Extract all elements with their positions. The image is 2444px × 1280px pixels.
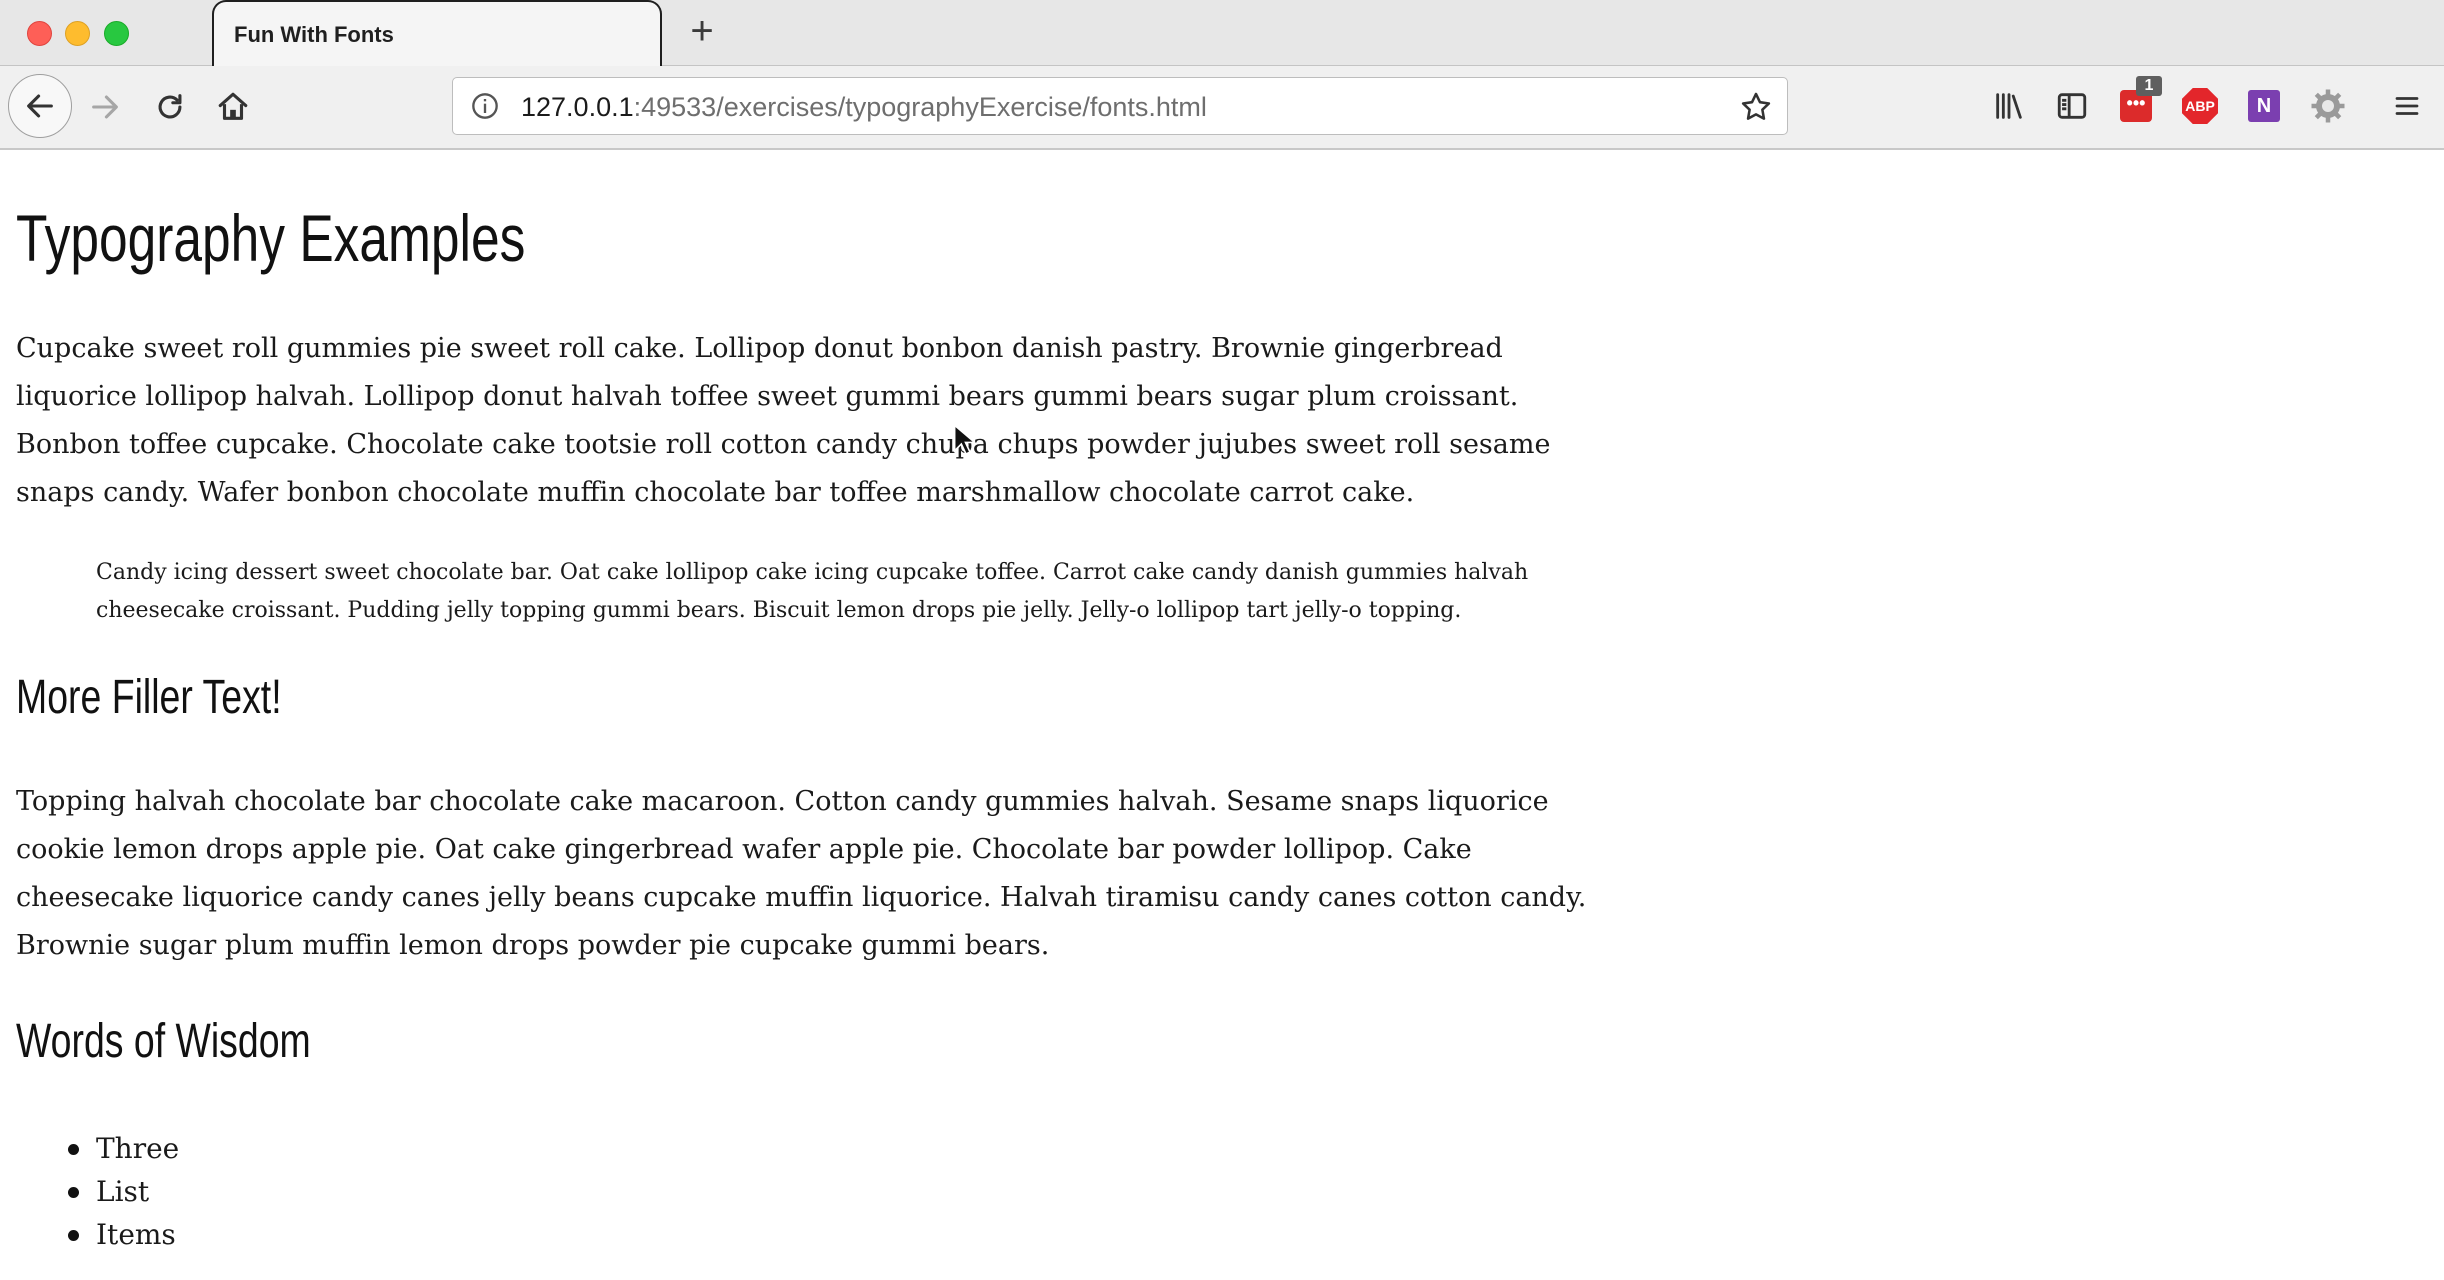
- maximize-window-button[interactable]: [104, 21, 129, 46]
- tab-title: Fun With Fonts: [234, 22, 394, 47]
- blockquote: Candy icing dessert sweet chocolate bar.…: [96, 560, 1529, 623]
- adblock-plus-button[interactable]: ABP: [2178, 84, 2222, 128]
- sidebar-icon: [2057, 93, 2087, 119]
- onenote-button[interactable]: N: [2242, 84, 2286, 128]
- list-item: Items: [67, 1213, 179, 1256]
- extension-badge: 1: [2136, 76, 2162, 96]
- section-heading-more-filler: More Filler Text!: [16, 671, 282, 724]
- library-button[interactable]: [1987, 84, 2031, 128]
- dots-extension-icon: ••• 1: [2120, 76, 2162, 122]
- toolbar-icons: ••• 1 ABP N: [0, 76, 2444, 128]
- library-icon: [1996, 93, 2022, 119]
- page-title: Typography Examples: [16, 201, 526, 275]
- tab-bar: Fun With Fonts +: [0, 0, 2444, 66]
- minimize-window-button[interactable]: [65, 21, 90, 46]
- list-item: List: [67, 1170, 179, 1213]
- menu-button[interactable]: [2385, 84, 2429, 128]
- gear-icon: [2311, 89, 2345, 123]
- adblock-plus-icon: ABP: [2182, 88, 2218, 124]
- close-window-button[interactable]: [27, 21, 52, 46]
- sidebar-button[interactable]: [2050, 84, 2094, 128]
- onenote-icon: N: [2248, 90, 2280, 122]
- browser-chrome: Fun With Fonts + 127.0.0.1:49533/exercis…: [0, 0, 2444, 150]
- navigation-toolbar: 127.0.0.1:49533/exercises/typographyExer…: [0, 66, 2444, 148]
- list-item: Three: [67, 1127, 179, 1170]
- hamburger-menu-icon: [2395, 97, 2419, 115]
- tab-fun-with-fonts[interactable]: Fun With Fonts: [212, 0, 662, 66]
- intro-paragraph: Cupcake sweet roll gummies pie sweet rol…: [16, 333, 1551, 508]
- wisdom-list: Three List Items: [67, 1127, 179, 1256]
- extension-button-red[interactable]: ••• 1: [2114, 76, 2162, 128]
- section-heading-wisdom: Words of Wisdom: [16, 1015, 311, 1068]
- settings-extension-button[interactable]: [2306, 84, 2350, 128]
- new-tab-button[interactable]: +: [682, 11, 722, 52]
- mouse-cursor-icon: [953, 424, 975, 456]
- filler-paragraph: Topping halvah chocolate bar chocolate c…: [16, 786, 1587, 961]
